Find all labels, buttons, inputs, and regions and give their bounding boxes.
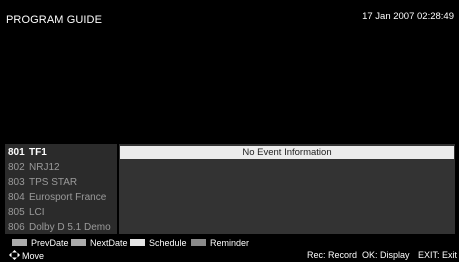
channel-item-802[interactable]: 802 NRJ12 [8, 160, 60, 175]
legend-prevdate[interactable]: PrevDate [12, 238, 69, 248]
color-key-swatch [130, 239, 145, 246]
channel-number: 806 [8, 222, 25, 233]
channel-name: TPS STAR [29, 177, 78, 188]
channel-name: Eurosport France [29, 192, 107, 203]
channel-list: 801 TF1 802 NRJ12 803 TPS STAR 804 Eurosport… [5, 144, 117, 234]
legend-nextdate[interactable]: NextDate [71, 238, 128, 248]
arrows-icon [9, 250, 20, 260]
channel-item-805[interactable]: 805 LCI [8, 205, 45, 220]
channel-number: 802 [8, 162, 25, 173]
video-preview [6, 36, 453, 140]
channel-name: TF1 [29, 147, 47, 158]
record-hint: Rec: Record [307, 250, 358, 260]
move-label: Move [22, 251, 45, 261]
event-panel: No Event Information [119, 144, 455, 234]
program-guide-screen: PROGRAM GUIDE 17 Jan 2007 02:28:49 801 TF… [0, 0, 459, 262]
legend-schedule[interactable]: Schedule [130, 238, 187, 248]
color-key-swatch [71, 239, 86, 246]
channel-name: Dolby D 5.1 Demo [29, 222, 111, 233]
channel-number: 803 [8, 177, 25, 188]
channel-number: 801 [8, 147, 25, 158]
channel-name: LCI [29, 207, 45, 218]
legend-label: NextDate [90, 238, 128, 248]
legend-label: Reminder [210, 238, 250, 248]
event-info-bar[interactable]: No Event Information [120, 146, 454, 159]
color-key-swatch [12, 239, 27, 246]
channel-item-806[interactable]: 806 Dolby D 5.1 Demo [8, 220, 111, 235]
legend-label: PrevDate [31, 238, 69, 248]
display-hint: OK: Display [362, 250, 410, 260]
channel-item-804[interactable]: 804 Eurosport France [8, 190, 106, 205]
channel-item-803[interactable]: 803 TPS STAR [8, 175, 77, 190]
channel-number: 805 [8, 207, 25, 218]
move-hint: Move [9, 250, 44, 261]
legend-reminder[interactable]: Reminder [191, 238, 249, 248]
channel-name: NRJ12 [29, 162, 60, 173]
exit-hint: EXIT: Exit [418, 250, 458, 260]
datetime-display: 17 Jan 2007 02:28:49 [362, 11, 454, 22]
page-title: PROGRAM GUIDE [6, 14, 103, 26]
color-key-swatch [191, 239, 206, 246]
channel-number: 804 [8, 192, 25, 203]
legend-label: Schedule [149, 238, 187, 248]
channel-item-801[interactable]: 801 TF1 [8, 145, 47, 160]
